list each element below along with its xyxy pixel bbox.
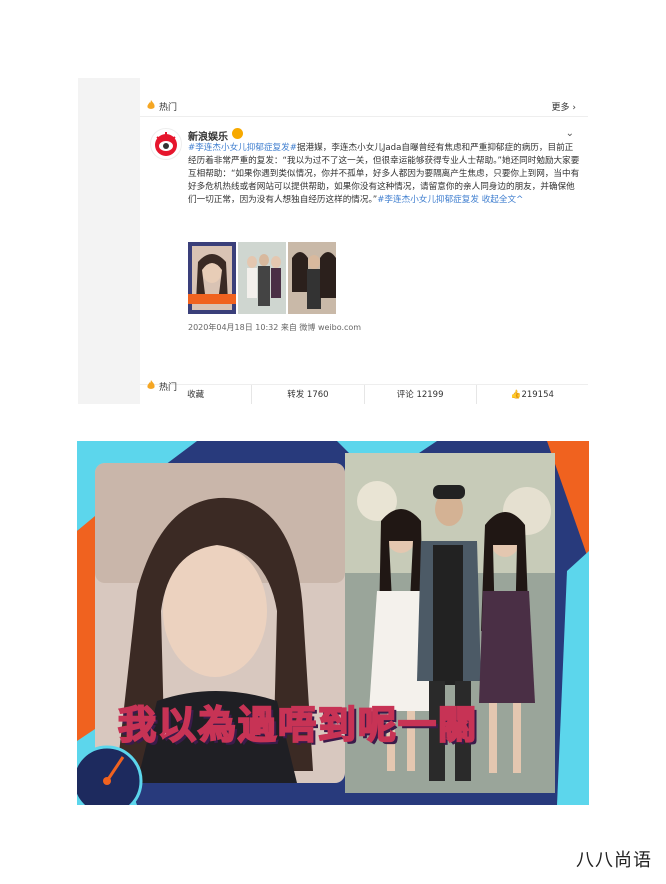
- post-image-grid: [188, 242, 336, 314]
- news-banner-image: [77, 441, 589, 805]
- post-image-1[interactable]: [188, 242, 236, 314]
- more-link[interactable]: 更多 ›: [552, 100, 576, 113]
- topic-tag[interactable]: #李连杰小女儿抑郁症复发#: [188, 143, 297, 153]
- weibo-post-container: 热门 更多 › 新浪娱乐 ⌄ #李连杰小女儿抑郁症复发#据港媒，李连杰小女儿Ja…: [140, 78, 588, 404]
- hot-label: 热门: [159, 383, 178, 393]
- hot-header-bottom: 热门: [140, 376, 588, 396]
- post-image-3[interactable]: [288, 242, 336, 314]
- account-avatar[interactable]: [150, 128, 182, 160]
- chevron-down-icon[interactable]: ⌄: [566, 128, 574, 139]
- collapse-text-link[interactable]: 收起全文^: [482, 195, 524, 205]
- weibo-card: 热门 更多 › 新浪娱乐 ⌄ #李连杰小女儿抑郁症复发#据港媒，李连杰小女儿Ja…: [78, 78, 588, 404]
- watermark: 八八尚语: [576, 850, 652, 871]
- sina-eye-logo-icon: [155, 132, 177, 156]
- hot-header-top: 热门 更多 ›: [140, 96, 588, 117]
- post-text: #李连杰小女儿抑郁症复发#据港媒，李连杰小女儿Jada自曝曾经有焦虑和严重抑郁症…: [188, 142, 580, 207]
- banner-artwork: [77, 441, 589, 805]
- hot-fire-icon: [147, 380, 155, 389]
- hot-label: 热门: [159, 103, 178, 113]
- weibo-post: 新浪娱乐 ⌄ #李连杰小女儿抑郁症复发#据港媒，李连杰小女儿Jada自曝曾经有焦…: [140, 118, 588, 404]
- banner-caption: 我以為過唔到呢一關: [117, 702, 479, 748]
- post-timestamp: 2020年04月18日 10:32 来自 微博 weibo.com: [188, 323, 362, 332]
- topic-tag-trailing[interactable]: #李连杰小女儿抑郁症复发: [377, 195, 479, 205]
- hot-fire-icon: [147, 100, 155, 109]
- account-name[interactable]: 新浪娱乐: [188, 128, 228, 143]
- post-image-2[interactable]: [238, 242, 286, 314]
- verified-badge-icon: [232, 128, 243, 139]
